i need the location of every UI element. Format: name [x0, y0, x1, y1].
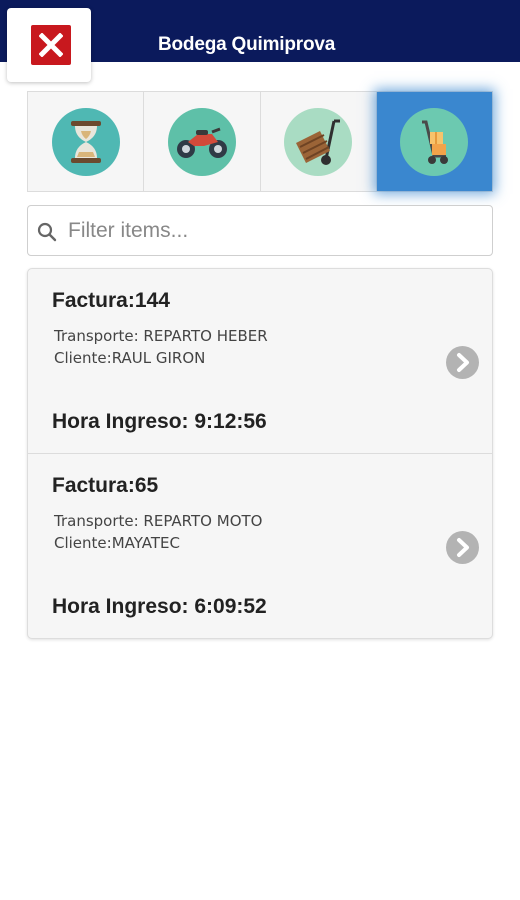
tab-delivery[interactable]: [376, 92, 492, 191]
invoice-number: Factura:144: [52, 289, 170, 312]
search-bar: [27, 205, 493, 256]
transport-text: Transporte: REPARTO HEBER: [54, 327, 268, 345]
category-tabs: [27, 91, 493, 192]
list-item[interactable]: Factura:144 Transporte: REPARTO HEBER Cl…: [28, 269, 492, 454]
close-icon: [39, 33, 63, 57]
chevron-right-icon[interactable]: [446, 531, 479, 564]
search-icon: [37, 222, 57, 242]
dolly-boxes-icon: [400, 107, 469, 176]
hourglass-icon: [51, 107, 120, 176]
list-item[interactable]: Factura:65 Transporte: REPARTO MOTO Clie…: [28, 454, 492, 638]
tab-moto[interactable]: [144, 92, 261, 191]
tab-dispatch[interactable]: [261, 92, 377, 191]
invoice-list: Factura:144 Transporte: REPARTO HEBER Cl…: [27, 268, 493, 639]
entry-time: Hora Ingreso: 9:12:56: [52, 410, 267, 433]
motorcycle-icon: [167, 107, 236, 176]
chevron-right-icon[interactable]: [446, 346, 479, 379]
invoice-number: Factura:65: [52, 474, 159, 497]
client-text: Cliente:RAUL GIRON: [54, 349, 206, 367]
transport-text: Transporte: REPARTO MOTO: [54, 512, 263, 530]
entry-time: Hora Ingreso: 6:09:52: [52, 595, 267, 618]
close-button[interactable]: [31, 25, 71, 65]
client-text: Cliente:MAYATEC: [54, 534, 180, 552]
page-title: Bodega Quimiprova: [158, 34, 336, 55]
hand-truck-crate-icon: [284, 107, 353, 176]
close-button-container: [7, 8, 91, 82]
tab-pending[interactable]: [28, 92, 145, 191]
search-input[interactable]: [68, 216, 478, 246]
